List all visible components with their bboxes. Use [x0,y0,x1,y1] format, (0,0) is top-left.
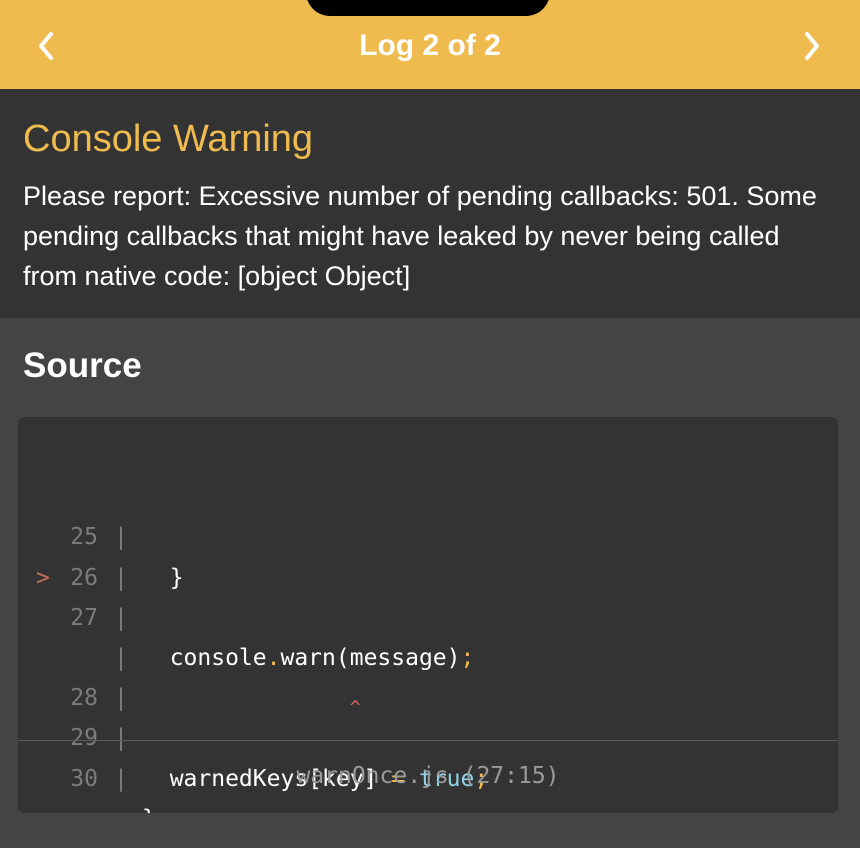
code-frame-divider [18,740,838,741]
code-frame: 25 | } 26 | > 27 | console.warn(message)… [18,417,838,813]
code-line: 29 | warnedKeys[key] = true; [18,638,838,791]
warning-title: Console Warning [23,118,314,160]
line-code: } [142,799,156,813]
code-line: 26 | [18,477,838,591]
header-bar: Log 2 of 2 [0,0,860,89]
code-line-highlighted: > 27 | console.warn(message); [18,517,838,671]
source-heading: Source [23,346,142,385]
code-line: 30 | } [18,678,838,813]
warning-message: Please report: Excessive number of pendi… [23,181,817,291]
code-line: 25 | } [18,437,838,590]
code-line-caret: | ^ [18,558,838,718]
log-counter-title: Log 2 of 2 [359,29,501,62]
code-listing: 25 | } 26 | > 27 | console.warn(message)… [18,437,838,813]
code-line: 28 | [18,598,838,711]
source-file-location[interactable]: warnOnce.js (27:15) [18,758,838,794]
device-notch [306,0,550,16]
next-log-button[interactable] [790,24,834,68]
chevron-right-icon [805,32,819,60]
